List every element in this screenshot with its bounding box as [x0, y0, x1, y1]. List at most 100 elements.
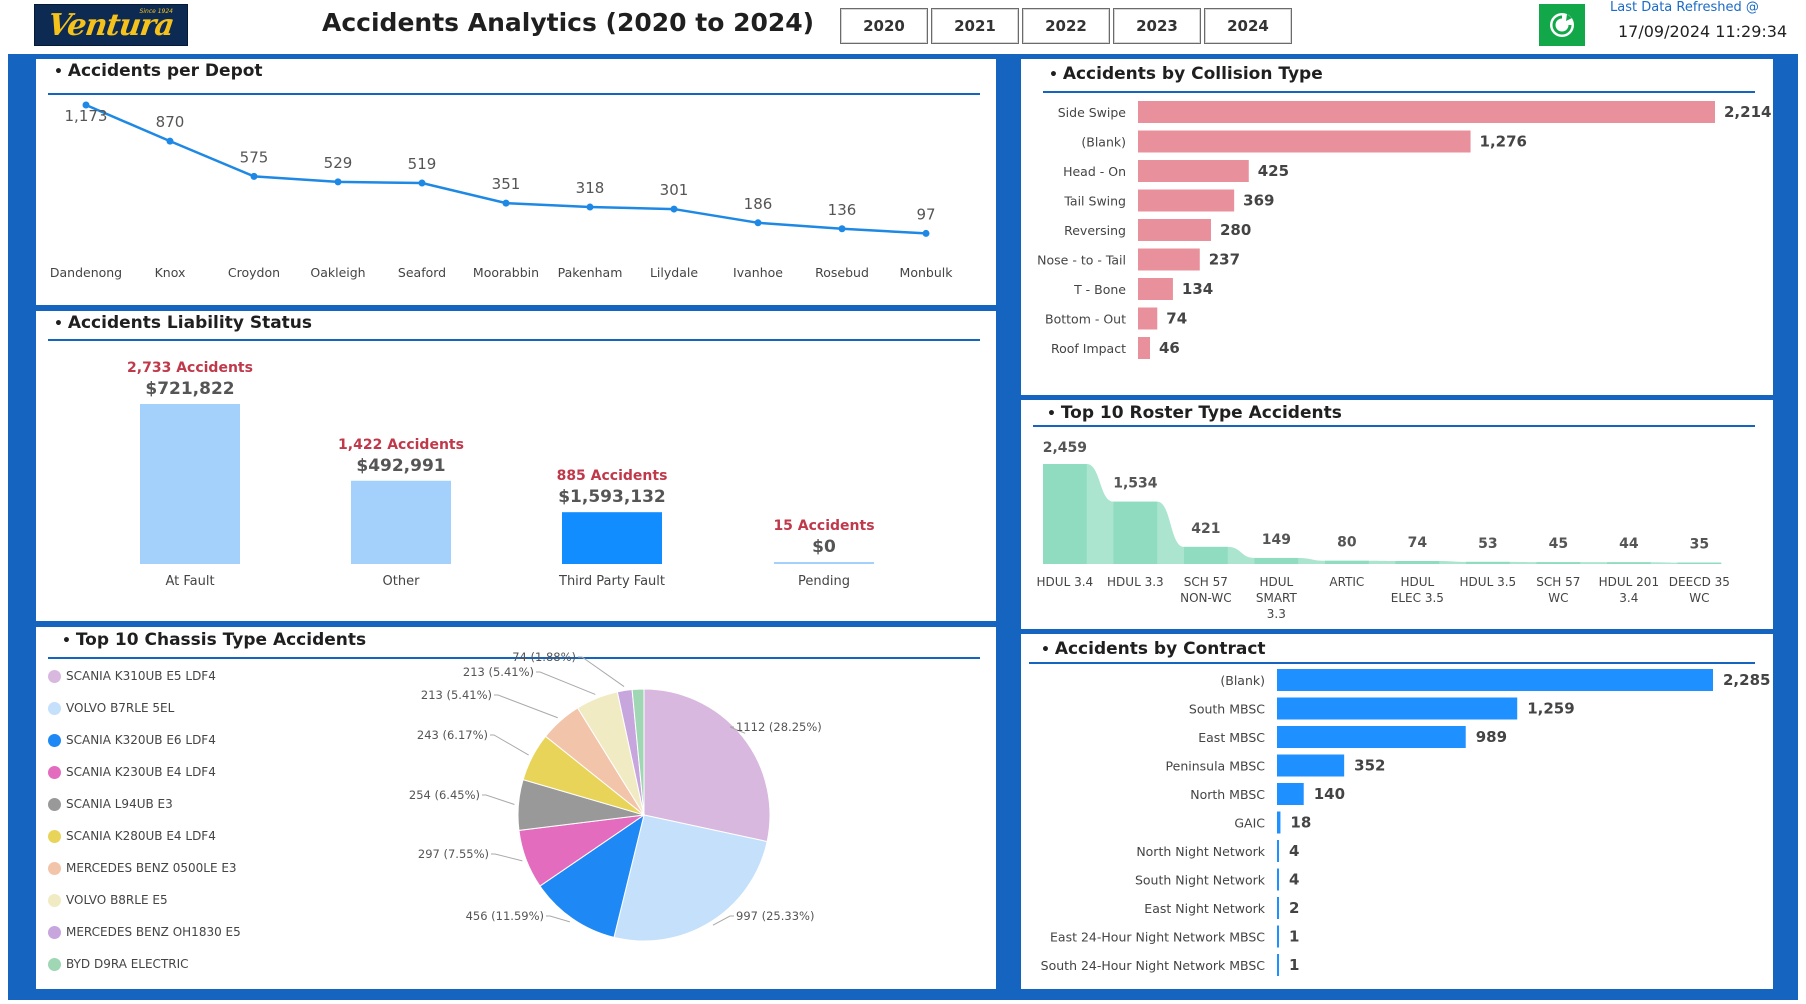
- roster-category-label-3-0: HDUL: [1259, 575, 1293, 589]
- contract-bar-3: [1277, 754, 1345, 777]
- depot-series-line: [85, 103, 927, 235]
- contract-bar-5: [1277, 811, 1281, 834]
- roster-category-label-3-2: 3.3: [1267, 607, 1286, 621]
- collision-bar-3: [1138, 189, 1235, 212]
- contract-value-label-10: 1: [1289, 956, 1299, 974]
- contract-category-label-1: South MBSC: [1189, 702, 1265, 717]
- depot-category-label-0: Dandenong: [50, 265, 122, 280]
- roster-bar-2: [1184, 546, 1228, 564]
- roster-value-label-7: 45: [1549, 536, 1568, 552]
- chassis-panel: Top 10 Chassis Type Accidents SCANIA K31…: [36, 627, 996, 989]
- depot-category-label-7: Lilydale: [650, 265, 698, 280]
- contract-category-label-10: South 24-Hour Night Network MBSC: [1041, 958, 1266, 973]
- year-button-2020[interactable]: 2020: [840, 8, 928, 44]
- contract-category-label-8: East Night Network: [1144, 901, 1265, 916]
- depot-panel: Accidents per Depot 1,173Dandenong870Kno…: [36, 59, 996, 305]
- ventura-logo: Ventura Since 1924: [34, 4, 188, 46]
- year-button-2023[interactable]: 2023: [1113, 8, 1201, 44]
- contract-value-label-9: 1: [1289, 928, 1299, 946]
- depot-value-label-3: 529: [324, 154, 353, 172]
- depot-value-label-6: 318: [576, 179, 605, 197]
- contract-bar-7: [1277, 868, 1279, 891]
- depot-category-label-10: Monbulk: [900, 265, 954, 280]
- collision-bar-7: [1138, 307, 1158, 330]
- refresh-time: 17/09/2024 11:29:34: [1618, 22, 1788, 41]
- chassis-slice-label-1: 997 (25.33%): [736, 909, 814, 923]
- chassis-leader-6: [494, 694, 558, 719]
- contract-category-label-4: North MBSC: [1190, 787, 1265, 802]
- roster-category-label-8-1: 3.4: [1619, 591, 1638, 605]
- depot-value-label-1: 870: [156, 113, 185, 131]
- contract-value-label-4: 140: [1314, 785, 1345, 803]
- collision-bar-2: [1138, 160, 1249, 182]
- roster-value-label-1: 1,534: [1113, 476, 1158, 492]
- contract-value-label-0: 2,285: [1723, 671, 1770, 689]
- liability-accidents-label-0: 2,733 Accidents: [127, 360, 253, 376]
- liability-accidents-label-3: 15 Accidents: [773, 518, 874, 534]
- roster-value-label-8: 44: [1619, 536, 1639, 552]
- liability-category-label-2: Third Party Fault: [558, 574, 665, 589]
- collision-bar-4: [1138, 219, 1211, 241]
- contract-value-label-5: 18: [1290, 814, 1311, 832]
- collision-bar-6: [1138, 278, 1173, 300]
- roster-value-label-9: 35: [1690, 537, 1709, 553]
- refresh-button[interactable]: [1539, 4, 1585, 46]
- contract-category-label-5: GAIC: [1234, 816, 1265, 831]
- collision-category-label-3: Tail Swing: [1063, 194, 1126, 209]
- chassis-leader-8: [578, 656, 625, 687]
- depot-value-label-5: 351: [492, 175, 521, 193]
- roster-bar-5: [1395, 560, 1440, 564]
- collision-category-label-2: Head - On: [1063, 164, 1126, 179]
- roster-bar-9: [1677, 562, 1722, 564]
- year-button-2024[interactable]: 2024: [1204, 8, 1292, 44]
- depot-category-label-6: Pakenham: [558, 265, 623, 280]
- chassis-slice-label-8: 74 (1.88%): [512, 650, 576, 664]
- contract-panel: Accidents by Contract (Blank)2,285South …: [1021, 634, 1773, 989]
- depot-point-4: [418, 179, 426, 187]
- collision-value-label-0: 2,214: [1724, 103, 1771, 121]
- contract-value-label-2: 989: [1476, 728, 1507, 746]
- roster-category-label-7-1: WC: [1548, 591, 1568, 605]
- collision-category-label-5: Nose - to - Tail: [1037, 253, 1126, 268]
- contract-value-label-6: 4: [1289, 842, 1299, 860]
- roster-value-label-3: 149: [1262, 532, 1291, 548]
- contract-value-label-3: 352: [1354, 757, 1385, 775]
- chassis-leader-4: [482, 794, 515, 805]
- year-button-2021[interactable]: 2021: [931, 8, 1019, 44]
- depot-point-5: [502, 199, 510, 207]
- contract-value-label-1: 1,259: [1527, 700, 1574, 718]
- liability-bar-chart: $721,822 2,733 Accidents At Fault $492,991 1…: [127, 360, 875, 589]
- depot-value-label-10: 97: [916, 205, 935, 223]
- liability-bar-0: [140, 404, 240, 564]
- liability-bar-3: [774, 562, 874, 564]
- collision-category-label-1: (Blank): [1081, 135, 1126, 150]
- roster-category-label-5-1: ELEC 3.5: [1391, 591, 1444, 605]
- roster-category-label-3-1: SMART: [1256, 591, 1298, 605]
- roster-bar-7: [1536, 562, 1581, 564]
- roster-category-label-0-0: HDUL 3.4: [1037, 575, 1094, 589]
- roster-category-label-8-0: HDUL 201: [1599, 575, 1659, 589]
- roster-area-chart: 2,459 HDUL 3.4 1,534 HDUL 3.3 421 SCH 57 NON-W…: [1037, 440, 1730, 621]
- roster-category-label-2-1: NON-WC: [1180, 591, 1232, 605]
- roster-value-label-6: 53: [1478, 536, 1497, 552]
- liability-value-label-3: $0: [812, 537, 836, 557]
- year-slicer: 2020 2021 2022 2023 2024: [840, 8, 1292, 44]
- depot-category-label-1: Knox: [155, 265, 186, 280]
- liability-bar-1: [351, 480, 451, 564]
- year-button-2022[interactable]: 2022: [1022, 8, 1110, 44]
- contract-bar-chart: (Blank) 2,285 South MBSC 1,259 East MBSC 989 P…: [1041, 669, 1770, 976]
- depot-point-9: [838, 225, 846, 233]
- collision-value-label-7: 74: [1166, 310, 1187, 328]
- chassis-slice-label-0: 1112 (28.25%): [736, 720, 822, 734]
- contract-bar-10: [1277, 954, 1279, 976]
- collision-category-label-4: Reversing: [1064, 223, 1126, 238]
- collision-value-label-5: 237: [1209, 251, 1240, 269]
- roster-category-label-4-0: ARTIC: [1329, 575, 1364, 589]
- liability-panel: Accidents Liability Status $721,8222,733…: [36, 311, 996, 621]
- depot-value-label-4: 519: [408, 155, 437, 173]
- depot-point-3: [334, 178, 342, 186]
- depot-category-label-2: Croydon: [228, 265, 280, 280]
- depot-point-1: [166, 137, 174, 145]
- collision-bar-8: [1138, 337, 1150, 359]
- chassis-leader-3: [491, 853, 523, 862]
